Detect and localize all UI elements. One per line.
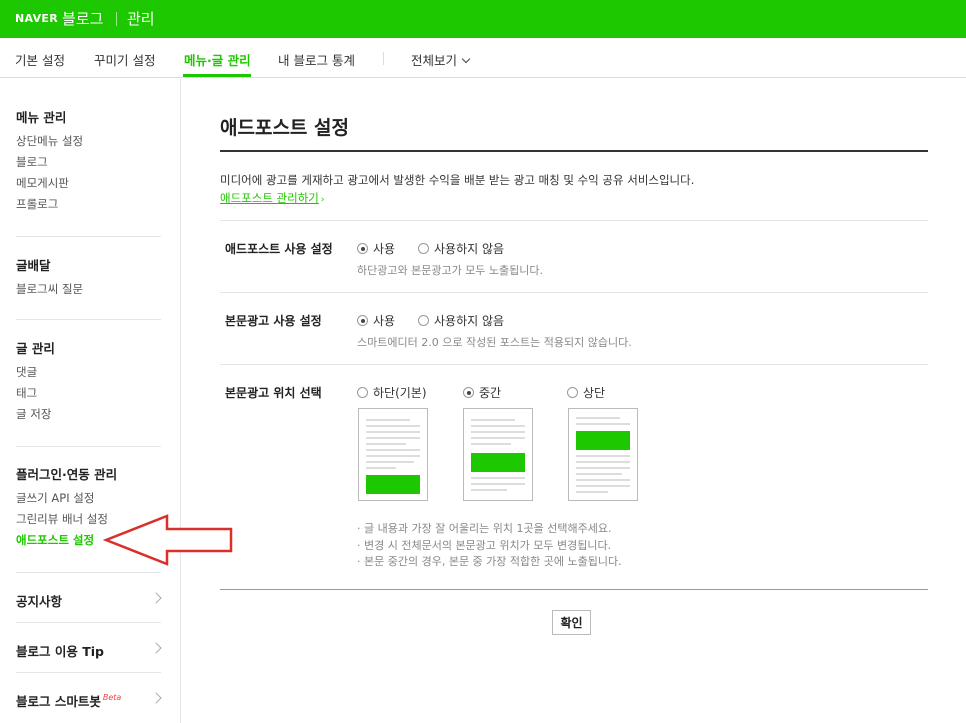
sidebar-item-tags[interactable]: 태그 (16, 385, 37, 401)
sidebar-link-label: 블로그 이용 Tip (16, 644, 104, 659)
settings-tab-bar: 기본 설정 꾸미기 설정 메뉴·글 관리 내 블로그 통계 전체보기 (0, 38, 966, 78)
sidebar-link-label: 공지사항 (16, 594, 63, 609)
sidebar-item-comments[interactable]: 댓글 (16, 364, 37, 380)
radio-unchecked-icon (418, 243, 429, 254)
chevron-right-icon (150, 692, 162, 704)
page-title: 애드포스트 설정 (220, 117, 349, 139)
tab-basic-settings[interactable]: 기본 설정 (15, 50, 65, 69)
radio-unchecked-icon (567, 387, 578, 398)
sidebar-group-title: 글 관리 (16, 341, 55, 356)
ad-placeholder (576, 431, 630, 450)
row-divider (220, 220, 928, 221)
note-line: · 변경 시 전체문서의 본문광고 위치가 모두 변경됩니다. (357, 538, 612, 552)
management-title[interactable]: 관리 (127, 8, 155, 29)
sidebar-item-writing-api[interactable]: 글쓰기 API 설정 (16, 490, 94, 506)
confirm-button[interactable]: 확인 (552, 610, 591, 635)
position-middle-radio[interactable]: 중간 (463, 384, 501, 401)
chevron-down-icon (461, 54, 471, 64)
middle-position-preview[interactable] (463, 408, 533, 501)
sidebar-divider (16, 622, 161, 623)
tab-view-all[interactable]: 전체보기 (411, 50, 471, 69)
bottom-position-preview[interactable] (358, 408, 428, 501)
service-description: 미디어에 광고를 게재하고 광고에서 발생한 수익을 배분 받는 광고 매칭 및… (220, 173, 695, 187)
radio-label: 사용하지 않음 (434, 242, 505, 256)
position-top-radio[interactable]: 상단 (567, 384, 605, 401)
sidebar-divider (16, 319, 161, 320)
adpost-usage-label: 애드포스트 사용 설정 (225, 242, 333, 256)
note-line: · 본문 중간의 경우, 본문 중 가장 적합한 곳에 노출됩니다. (357, 555, 622, 568)
body-ad-position-label: 본문광고 위치 선택 (225, 386, 322, 400)
row-divider (220, 292, 928, 293)
body-ad-usage-label: 본문광고 사용 설정 (225, 314, 322, 328)
radio-label: 중간 (479, 386, 502, 400)
position-bottom-radio[interactable]: 하단(기본) (357, 384, 427, 401)
radio-unchecked-icon (418, 315, 429, 326)
sidebar-link-smartbot[interactable]: 블로그 스마트봇 Beta (16, 691, 166, 710)
adpost-usage-hint: 하단광고와 본문광고가 모두 노출됩니다. (357, 264, 544, 277)
sidebar-item-prologue[interactable]: 프롤로그 (16, 196, 58, 212)
adpost-manage-link-label: 애드포스트 관리하기 (220, 191, 319, 205)
sidebar-group-title: 메뉴 관리 (16, 110, 67, 125)
radio-label: 사용 (373, 242, 396, 256)
sidebar-link-blog-tips[interactable]: 블로그 이용 Tip (16, 641, 166, 660)
title-divider (220, 150, 928, 152)
radio-label: 사용 (373, 314, 396, 328)
chevron-right-icon (150, 592, 162, 604)
form-bottom-divider (220, 589, 928, 590)
sidebar-divider (16, 672, 161, 673)
sidebar-link-notices[interactable]: 공지사항 (16, 591, 166, 610)
note-line: · 글 내용과 가장 잘 어울리는 위치 1곳을 선택해주세요. (357, 522, 612, 535)
top-bar: NAVER 블로그 관리 (0, 0, 966, 38)
header-divider (116, 12, 117, 26)
active-tab-indicator (183, 74, 251, 77)
sidebar-divider (16, 572, 161, 573)
beta-badge: Beta (102, 693, 122, 702)
body-ad-no-use-radio[interactable]: 사용하지 않음 (418, 312, 504, 329)
radio-label: 상단 (583, 386, 606, 400)
adpost-use-radio[interactable]: 사용 (357, 240, 395, 257)
sidebar-divider (16, 236, 161, 237)
ad-placeholder (471, 453, 525, 472)
tab-blog-statistics[interactable]: 내 블로그 통계 (278, 50, 355, 69)
radio-checked-icon (357, 315, 368, 326)
body-ad-usage-hint: 스마트에디터 2.0 으로 작성된 포스트는 적용되지 않습니다. (357, 336, 632, 349)
sidebar-item-green-review-banner[interactable]: 그린리뷰 배너 설정 (16, 511, 108, 527)
annotation-arrow-icon (103, 514, 233, 566)
tab-decoration-settings[interactable]: 꾸미기 설정 (94, 50, 155, 69)
radio-label: 하단(기본) (373, 386, 427, 400)
sidebar-item-blog[interactable]: 블로그 (16, 154, 48, 170)
sidebar-item-blogc-questions[interactable]: 블로그씨 질문 (16, 281, 83, 297)
sidebar-group-title: 플러그인·연동 관리 (16, 467, 118, 482)
row-divider (220, 364, 928, 365)
sidebar: 메뉴 관리 상단메뉴 설정 블로그 메모게시판 프롤로그 글배달 블로그씨 질문… (0, 79, 181, 723)
sidebar-item-adpost-settings[interactable]: 애드포스트 설정 (16, 532, 94, 548)
chevron-right-icon (150, 642, 162, 654)
radio-checked-icon (463, 387, 474, 398)
ad-placeholder (366, 475, 420, 494)
sidebar-group-title: 글배달 (16, 258, 51, 273)
arrow-right-icon: › (320, 195, 325, 205)
sidebar-divider (16, 446, 161, 447)
blog-service-link[interactable]: 블로그 (62, 8, 103, 29)
tab-menu-post-management[interactable]: 메뉴·글 관리 (184, 50, 251, 69)
sidebar-item-post-save[interactable]: 글 저장 (16, 406, 51, 422)
tab-divider (383, 52, 384, 65)
body-ad-use-radio[interactable]: 사용 (357, 312, 395, 329)
tab-view-all-label: 전체보기 (411, 53, 458, 68)
radio-checked-icon (357, 243, 368, 254)
sidebar-item-top-menu-settings[interactable]: 상단메뉴 설정 (16, 133, 83, 149)
sidebar-item-memo-board[interactable]: 메모게시판 (16, 175, 69, 191)
naver-logo[interactable]: NAVER (15, 12, 58, 25)
position-notes: · 글 내용과 가장 잘 어울리는 위치 1곳을 선택해주세요. · 변경 시 … (357, 521, 622, 571)
adpost-no-use-radio[interactable]: 사용하지 않음 (418, 240, 504, 257)
top-position-preview[interactable] (568, 408, 638, 501)
radio-unchecked-icon (357, 387, 368, 398)
radio-label: 사용하지 않음 (434, 314, 505, 328)
sidebar-link-label: 블로그 스마트봇 (16, 694, 101, 709)
adpost-manage-link[interactable]: 애드포스트 관리하기 › (220, 190, 324, 206)
